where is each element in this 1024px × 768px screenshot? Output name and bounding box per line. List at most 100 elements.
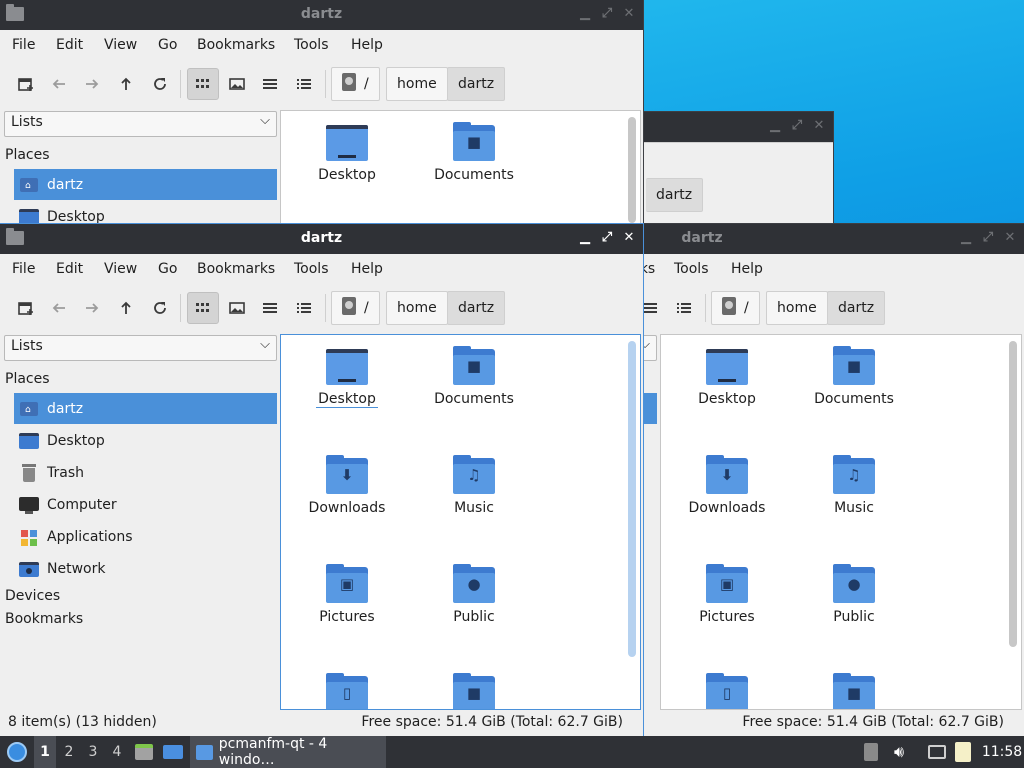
file-item[interactable]: ⬇ Downloads xyxy=(667,455,787,516)
minimize-icon[interactable]: ▁ xyxy=(958,229,974,247)
path-segment-current[interactable]: dartz xyxy=(646,178,704,212)
detailed-list-button[interactable] xyxy=(668,292,700,324)
side-pane-mode-select[interactable]: Lists ⌵ xyxy=(4,335,277,361)
menu-go[interactable]: Go xyxy=(158,261,177,277)
sidebar-item-network[interactable]: Network xyxy=(14,553,277,584)
icon-view-button[interactable] xyxy=(187,292,219,324)
menu-help[interactable]: Help xyxy=(731,261,763,277)
reload-button[interactable] xyxy=(144,68,176,100)
file-item[interactable]: ♫ Music xyxy=(794,455,914,516)
file-item[interactable]: ■ Documents xyxy=(794,346,914,407)
maximize-icon[interactable]: ⤢ xyxy=(599,5,615,23)
back-arrow-button[interactable] xyxy=(43,292,75,324)
eject-icon[interactable] xyxy=(862,736,880,768)
compact-view-button[interactable] xyxy=(254,68,286,100)
sidebar-item-trash[interactable]: Trash xyxy=(14,457,277,488)
vertical-scrollbar[interactable] xyxy=(628,341,636,657)
file-manager-window-active[interactable]: dartz ▁ ⤢ ✕ File Edit View Go Bookmarks Tools Help… xyxy=(0,224,643,736)
file-item[interactable]: ⬇ Downloads xyxy=(287,455,407,516)
show-desktop-icon[interactable] xyxy=(162,736,184,768)
menu-go[interactable]: Go xyxy=(158,37,177,53)
file-item[interactable]: ● Public xyxy=(414,564,534,625)
start-menu-button[interactable] xyxy=(4,736,30,768)
menu-edit[interactable]: Edit xyxy=(56,261,83,277)
menu-help[interactable]: Help xyxy=(351,37,383,53)
file-item[interactable]: ■ xyxy=(794,673,914,709)
minimize-icon[interactable]: ▁ xyxy=(577,229,593,247)
up-arrow-button[interactable] xyxy=(110,68,142,100)
path-root-button[interactable]: / xyxy=(711,291,760,325)
menu-bookmarks[interactable]: Bookmarks xyxy=(197,37,275,53)
clock[interactable]: 11:58 xyxy=(982,736,1022,768)
path-segment-home[interactable]: home xyxy=(386,67,448,101)
desktop-switch-4[interactable]: 4 xyxy=(106,736,128,768)
file-item[interactable]: Desktop xyxy=(667,349,787,407)
menu-file[interactable]: File xyxy=(12,37,35,53)
background-window-small[interactable]: ▁ ⤢ ✕ dartz xyxy=(640,112,833,224)
file-item[interactable]: ● Public xyxy=(794,564,914,625)
path-segment-dartz[interactable]: dartz xyxy=(827,291,886,325)
close-icon[interactable]: ✕ xyxy=(621,229,637,247)
file-item[interactable]: ♫ Music xyxy=(414,455,534,516)
title-bar[interactable]: ▁ ⤢ ✕ xyxy=(640,112,833,142)
path-segment-dartz[interactable]: dartz xyxy=(447,291,506,325)
menu-tools[interactable]: Tools xyxy=(674,261,709,277)
up-arrow-button[interactable] xyxy=(110,292,142,324)
new-tab-button[interactable] xyxy=(10,292,42,324)
path-segment-home[interactable]: home xyxy=(386,291,448,325)
minimize-icon[interactable]: ▁ xyxy=(577,5,593,23)
menu-tools[interactable]: Tools xyxy=(294,261,329,277)
vertical-scrollbar[interactable] xyxy=(628,117,636,223)
file-view[interactable]: Desktop ■ Documents ⬇ Downloads ♫ Music ▣ Pictur… xyxy=(280,334,641,710)
file-item[interactable]: ▣ Pictures xyxy=(667,564,787,625)
maximize-icon[interactable]: ⤢ xyxy=(980,229,996,247)
menu-file[interactable]: File xyxy=(12,261,35,277)
thumbnail-view-button[interactable] xyxy=(221,292,253,324)
side-pane-mode-select[interactable]: Lists ⌵ xyxy=(4,111,277,137)
menu-help[interactable]: Help xyxy=(351,261,383,277)
menu-tools[interactable]: Tools xyxy=(294,37,329,53)
detailed-list-button[interactable] xyxy=(288,292,320,324)
bookmarks-header[interactable]: Bookmarks xyxy=(5,611,83,627)
file-item[interactable]: ■ Documents xyxy=(414,122,534,183)
menu-edit[interactable]: Edit xyxy=(56,37,83,53)
sidebar-item-desktop[interactable]: Desktop xyxy=(14,425,277,456)
desktop-switch-3[interactable]: 3 xyxy=(82,736,104,768)
file-item[interactable]: ▣ Pictures xyxy=(287,564,407,625)
menu-view[interactable]: View xyxy=(104,261,137,277)
close-icon[interactable]: ✕ xyxy=(1002,229,1018,247)
sidebar-item-computer[interactable]: Computer xyxy=(14,489,277,520)
file-item[interactable]: ▯ xyxy=(667,673,787,709)
path-root-button[interactable]: / xyxy=(331,291,380,325)
desktop-switch-2[interactable]: 2 xyxy=(58,736,80,768)
close-icon[interactable]: ✕ xyxy=(621,5,637,23)
new-tab-button[interactable] xyxy=(10,68,42,100)
sidebar-item-desktop[interactable]: Desktop xyxy=(14,201,277,225)
menu-view[interactable]: View xyxy=(104,37,137,53)
sidebar-item-applications[interactable]: Applications xyxy=(14,521,277,552)
file-item[interactable]: ▯ xyxy=(287,673,407,709)
network-status-icon[interactable] xyxy=(926,736,948,768)
volume-icon[interactable]: 🔊︎ xyxy=(888,736,910,768)
maximize-icon[interactable]: ⤢ xyxy=(599,229,615,247)
file-item[interactable]: ■ Documents xyxy=(414,346,534,407)
path-root-button[interactable]: / xyxy=(331,67,380,101)
file-item[interactable]: ■ xyxy=(414,673,534,709)
file-item[interactable]: Desktop xyxy=(287,349,407,408)
detailed-list-button[interactable] xyxy=(288,68,320,100)
file-manager-launcher-icon[interactable] xyxy=(134,736,154,768)
desktop-switch-1[interactable]: 1 xyxy=(34,736,56,768)
path-segment-home[interactable]: home xyxy=(766,291,828,325)
reload-button[interactable] xyxy=(144,292,176,324)
file-manager-window-top[interactable]: dartz ▁ ⤢ ✕ File Edit View Go Bookmarks Tools Help… xyxy=(0,0,643,225)
thumbnail-view-button[interactable] xyxy=(221,68,253,100)
close-icon[interactable]: ✕ xyxy=(811,117,827,135)
sidebar-item-dartz[interactable]: ⌂ dartz xyxy=(14,169,277,200)
forward-arrow-button[interactable] xyxy=(76,292,108,324)
vertical-scrollbar[interactable] xyxy=(1009,341,1017,647)
minimize-icon[interactable]: ▁ xyxy=(767,117,783,135)
forward-arrow-button[interactable] xyxy=(76,68,108,100)
icon-view-button[interactable] xyxy=(187,68,219,100)
menu-bookmarks[interactable]: Bookmarks xyxy=(197,261,275,277)
title-bar[interactable]: dartz ▁ ⤢ ✕ xyxy=(0,224,643,254)
